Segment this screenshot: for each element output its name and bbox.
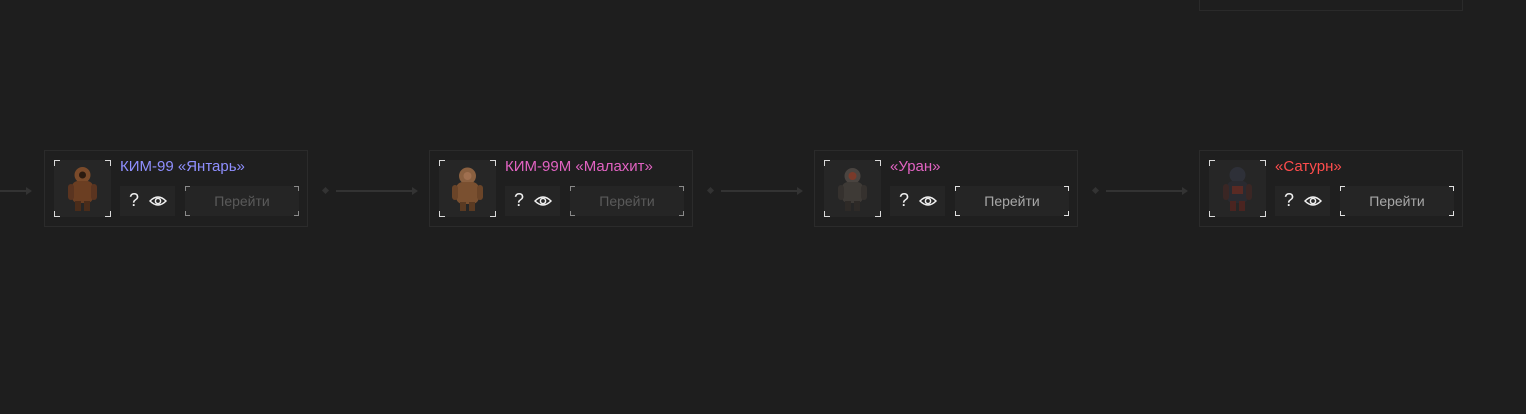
go-button[interactable]: Перейти [185,186,299,216]
go-button[interactable]: Перейти [1340,186,1454,216]
go-button-label: Перейти [214,193,270,209]
suit-card[interactable]: КИМ-99 «Янтарь» ? Перейти [44,150,308,227]
suit-thumbnail[interactable] [54,160,111,217]
card-title[interactable]: КИМ-99М «Малахит» [505,158,653,175]
suit-card[interactable]: КИМ-99М «Малахит» ? Перейти [429,150,693,227]
action-group: ? [505,186,560,216]
eye-icon[interactable] [919,194,937,208]
suit-image-icon [452,167,483,211]
help-icon[interactable]: ? [899,190,909,211]
go-button-label: Перейти [1369,193,1425,209]
action-group: ? [890,186,945,216]
eye-icon[interactable] [149,194,167,208]
eye-icon[interactable] [1304,194,1322,208]
eye-icon[interactable] [534,194,552,208]
help-icon[interactable]: ? [129,190,139,211]
go-button-label: Перейти [984,193,1040,209]
suit-thumbnail[interactable] [439,160,496,217]
connector-arrow [706,186,806,196]
card-title[interactable]: «Сатурн» [1275,158,1342,175]
card-title[interactable]: КИМ-99 «Янтарь» [120,158,245,175]
action-group: ? [120,186,175,216]
action-group: ? [1275,186,1330,216]
go-button[interactable]: Перейти [570,186,684,216]
connector-arrow [1091,186,1191,196]
help-icon[interactable]: ? [514,190,524,211]
connector-arrow [321,186,421,196]
upper-card-fragment [1199,0,1463,11]
suit-thumbnail[interactable] [1209,160,1266,217]
go-button-label: Перейти [599,193,655,209]
suit-card[interactable]: «Уран» ? Перейти [814,150,1078,227]
go-button[interactable]: Перейти [955,186,1069,216]
suit-image-icon [838,168,867,211]
suit-thumbnail[interactable] [824,160,881,217]
help-icon[interactable]: ? [1284,190,1294,211]
connector-arrow [0,186,40,196]
suit-card[interactable]: «Сатурн» ? Перейти [1199,150,1463,227]
card-title[interactable]: «Уран» [890,158,941,175]
suit-image-icon [1223,167,1252,211]
suit-image-icon [68,167,97,211]
